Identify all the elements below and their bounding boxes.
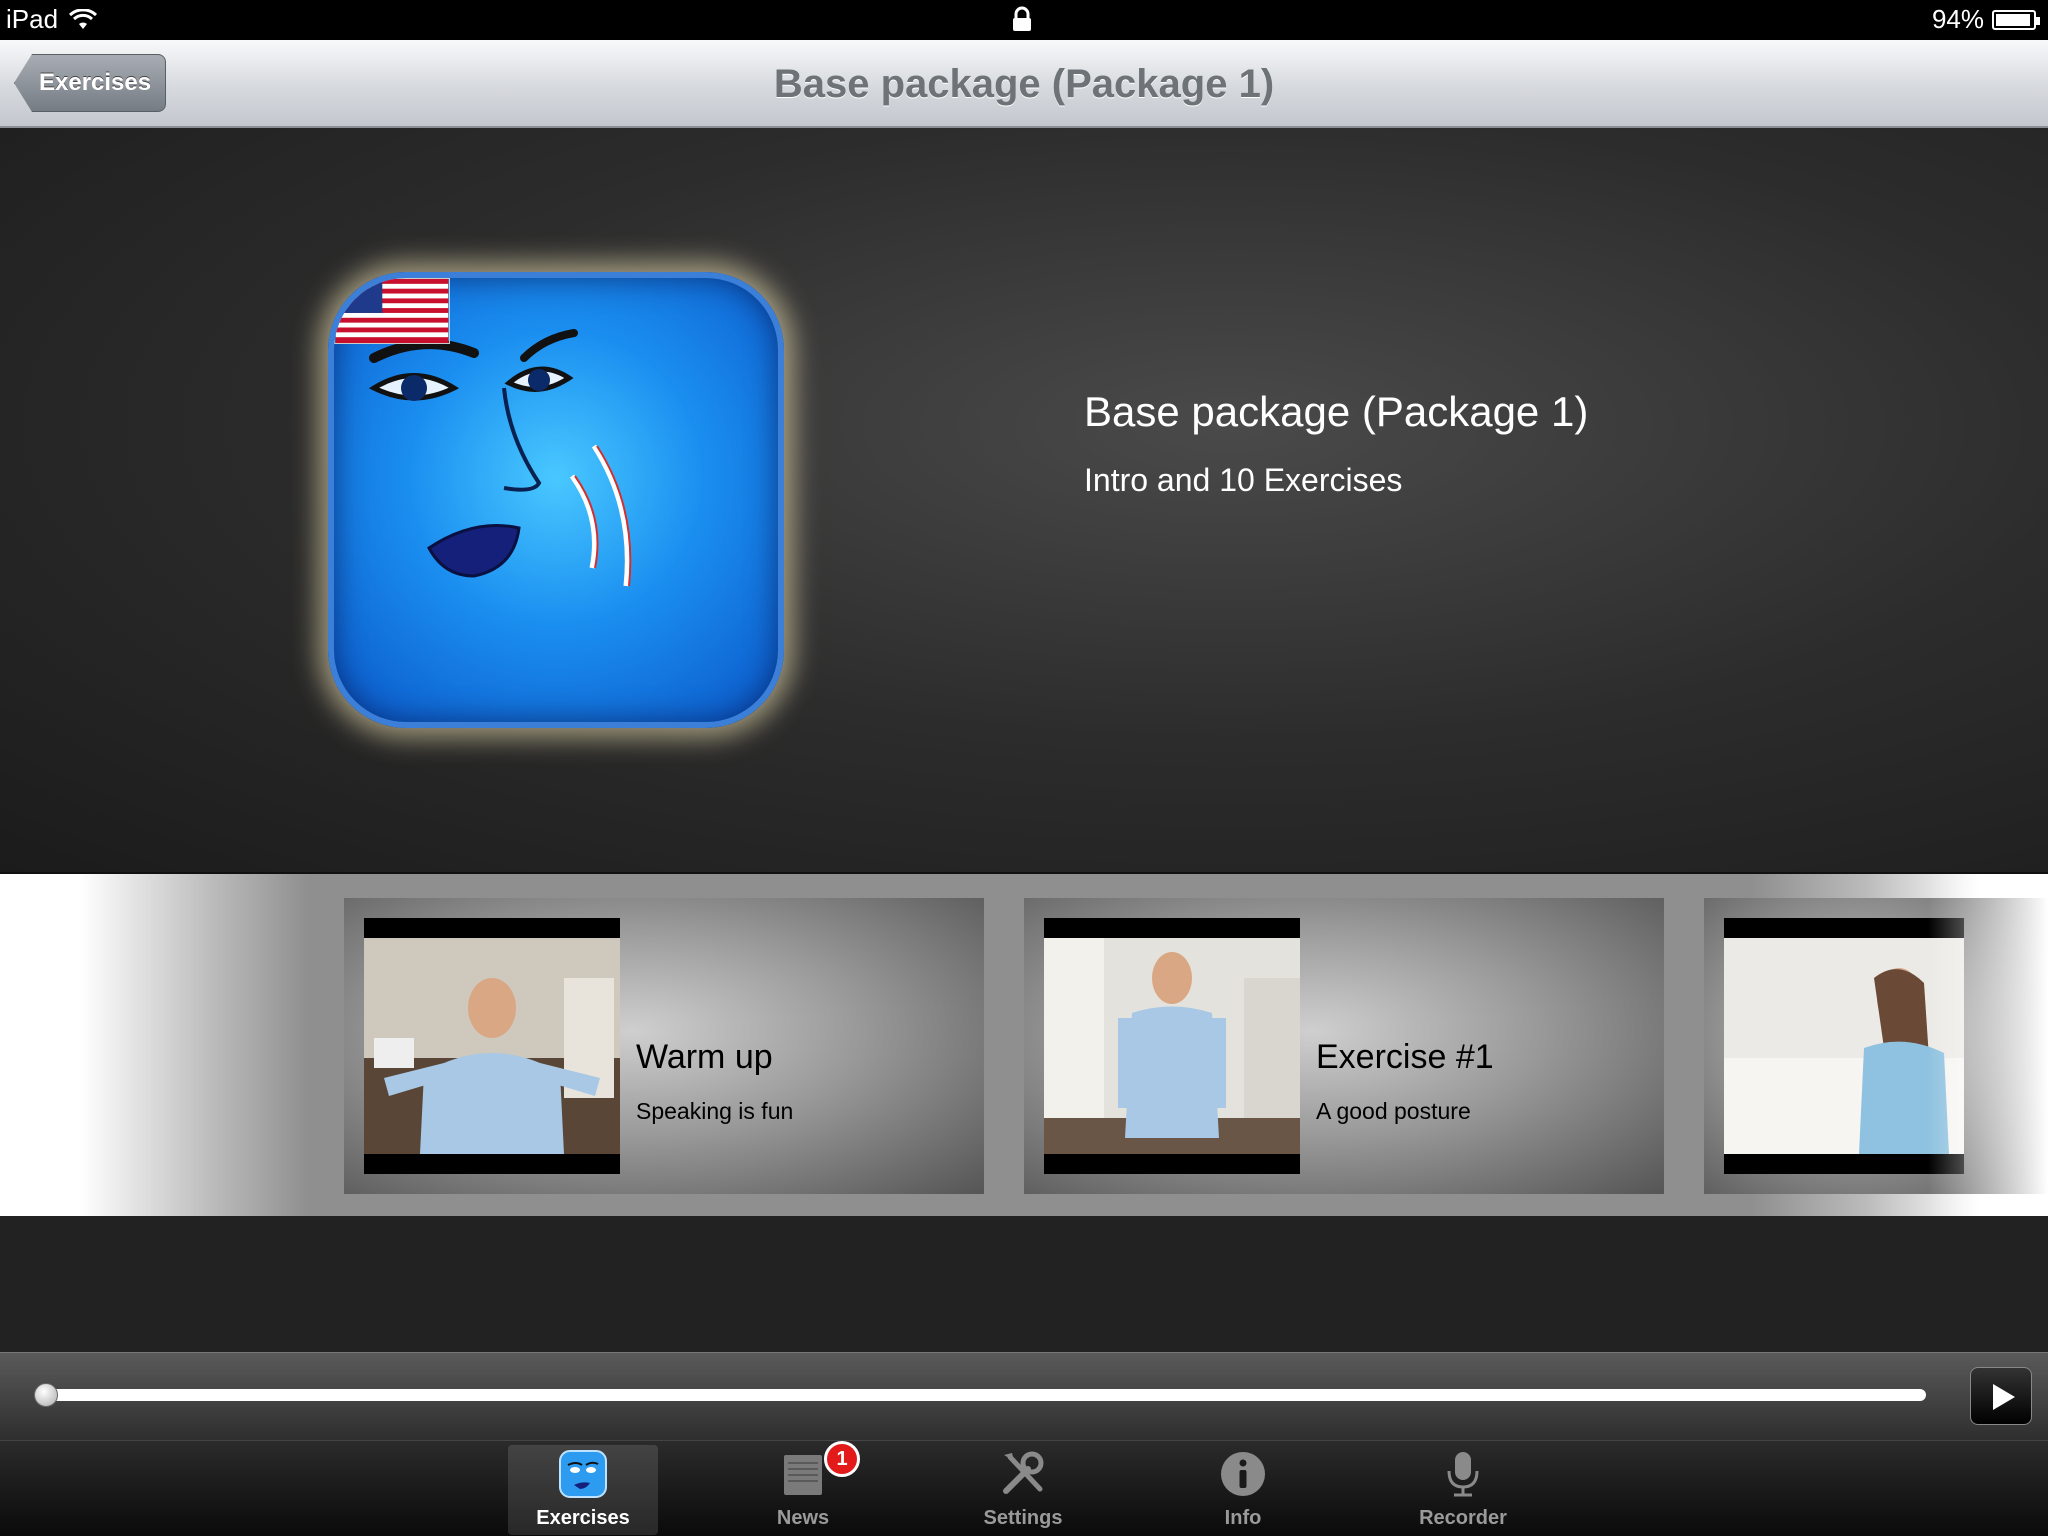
exercise-title: Warm up (636, 1038, 773, 1076)
us-flag-icon (334, 278, 450, 344)
battery-icon (1992, 9, 2040, 30)
page-title: Base package (Package 1) (773, 62, 1275, 106)
news-badge: 1 (824, 1441, 860, 1477)
tools-icon (1003, 1451, 1044, 1494)
microphone-icon (1447, 1452, 1479, 1497)
tab-settings[interactable]: Settings (948, 1445, 1098, 1535)
face-illustration-icon (368, 329, 632, 587)
exercise-card-exercise-1[interactable]: Exercise #1 A good posture (1024, 898, 1664, 1194)
device-name: iPad (6, 4, 59, 34)
tab-label: Info (1224, 1507, 1262, 1529)
tab-exercises[interactable]: Exercises (508, 1445, 658, 1535)
tab-label: Recorder (1419, 1507, 1507, 1529)
exercise-thumbnail (1044, 918, 1300, 1174)
exercise-carousel[interactable]: Warm up Speaking is fun Exercise #1 A go… (0, 874, 2048, 1216)
back-button[interactable]: Exercises (14, 54, 166, 112)
progress-slider-track[interactable] (34, 1389, 1926, 1401)
tab-bar: Exercises 1 News Settings Info Recorder (0, 1440, 2048, 1536)
exercise-title: Exercise #1 (1316, 1038, 1494, 1076)
exercise-subtitle: A good posture (1316, 1098, 1471, 1124)
status-bar: iPad 94% (0, 0, 2048, 40)
exercise-subtitle: Speaking is fun (636, 1098, 794, 1124)
content-background (0, 1216, 2048, 1352)
package-title: Base package (Package 1) (1084, 388, 1589, 435)
tab-label: Settings (983, 1507, 1063, 1529)
info-icon (1221, 1452, 1265, 1496)
tab-label: Exercises (536, 1507, 630, 1529)
exercise-thumbnail (364, 918, 620, 1174)
navigation-bar: Base package (Package 1) Exercises (0, 40, 2048, 128)
package-subtitle: Intro and 10 Exercises (1084, 462, 1403, 498)
tab-label: News (776, 1507, 830, 1529)
lock-icon (1013, 6, 1031, 31)
tab-info[interactable]: Info (1168, 1445, 1318, 1535)
battery-percent: 94% (1931, 4, 1984, 34)
face-icon (559, 1450, 607, 1498)
package-hero: Base package (Package 1) Intro and 10 Ex… (0, 128, 2048, 872)
wifi-icon (69, 8, 98, 29)
package-app-icon (328, 272, 784, 728)
tab-news[interactable]: 1 News (728, 1441, 878, 1535)
play-button[interactable] (1970, 1367, 2032, 1425)
tab-recorder[interactable]: Recorder (1388, 1445, 1538, 1535)
progress-slider-knob[interactable] (34, 1383, 58, 1407)
media-player-bar (0, 1352, 2048, 1440)
news-icon (784, 1455, 822, 1495)
exercise-card-warm-up[interactable]: Warm up Speaking is fun (344, 898, 984, 1194)
